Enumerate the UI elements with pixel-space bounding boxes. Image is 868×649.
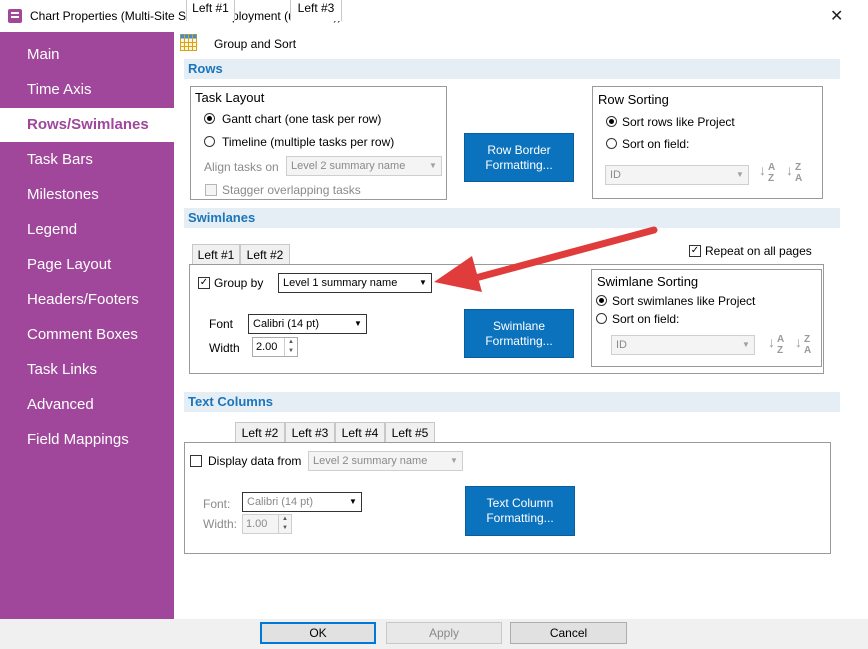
sidebar-item-task-bars[interactable]: Task Bars bbox=[0, 143, 174, 177]
app-icon bbox=[8, 9, 22, 23]
rows-heading: Rows bbox=[184, 59, 840, 79]
swimlane-font-select[interactable]: Calibri (14 pt) ▼ bbox=[248, 314, 367, 334]
swimlane-sort-field-value: ID bbox=[616, 339, 627, 351]
sidebar-item-rows-swimlanes[interactable]: Rows/Swimlanes bbox=[0, 108, 174, 142]
stepper-arrows-icon[interactable]: ▲ ▼ bbox=[278, 515, 291, 533]
text-col-width-label: Width: bbox=[203, 517, 238, 531]
ok-button[interactable]: OK bbox=[260, 622, 376, 644]
swimlane-font-value: Calibri (14 pt) bbox=[253, 318, 320, 330]
group-by-label[interactable]: Group by bbox=[214, 276, 263, 290]
swimlane-tab-left-3[interactable]: Left #3 bbox=[290, 0, 342, 21]
swimlane-sort-on-field-radio[interactable] bbox=[596, 313, 607, 324]
swimlane-tab-left-1[interactable]: Left #1 bbox=[192, 244, 240, 264]
sort-rows-like-project-label[interactable]: Sort rows like Project bbox=[622, 115, 735, 129]
swimlane-width-stepper[interactable]: 2.00 ▲ ▼ bbox=[252, 337, 298, 357]
task-layout-title: Task Layout bbox=[195, 90, 265, 105]
swimlane-width-value: 2.00 bbox=[256, 341, 278, 353]
repeat-pages-checkbox[interactable]: ✓ bbox=[689, 245, 701, 257]
sort-descending-icon[interactable]: ↓ Z A bbox=[786, 163, 804, 185]
swimlane-sort-on-field-label[interactable]: Sort on field: bbox=[612, 312, 679, 326]
sidebar-item-advanced[interactable]: Advanced bbox=[0, 388, 174, 422]
text-col-width-stepper[interactable]: 1.00 ▲ ▼ bbox=[242, 514, 292, 534]
cancel-button[interactable]: Cancel bbox=[510, 622, 627, 644]
sidebar-item-legend[interactable]: Legend bbox=[0, 213, 174, 247]
sidebar: Main Time Axis Rows/Swimlanes Task Bars … bbox=[0, 32, 174, 619]
group-by-value: Level 1 summary name bbox=[283, 277, 398, 289]
swimlane-sort-field-select[interactable]: ID ▼ bbox=[611, 335, 755, 355]
swimlane-sort-descending-icon[interactable]: ↓ Z A bbox=[795, 335, 813, 357]
chevron-down-icon: ▼ bbox=[736, 170, 744, 179]
text-col-tab-left-4[interactable]: Left #4 bbox=[335, 422, 385, 442]
text-column-formatting-button[interactable]: Text Column Formatting... bbox=[465, 486, 575, 536]
sidebar-item-comment-boxes[interactable]: Comment Boxes bbox=[0, 318, 174, 352]
text-col-font-value: Calibri (14 pt) bbox=[247, 496, 314, 508]
timeline-label[interactable]: Timeline (multiple tasks per row) bbox=[222, 135, 394, 149]
sidebar-item-field-mappings[interactable]: Field Mappings bbox=[0, 423, 174, 457]
annotation-arrow bbox=[434, 226, 658, 292]
text-col-width-value: 1.00 bbox=[246, 518, 268, 530]
chevron-down-icon: ▼ bbox=[742, 340, 750, 349]
stepper-arrows-icon[interactable]: ▲ ▼ bbox=[284, 338, 297, 356]
text-columns-heading: Text Columns bbox=[184, 392, 840, 412]
text-col-font-label: Font: bbox=[203, 497, 231, 511]
sidebar-item-milestones[interactable]: Milestones bbox=[0, 178, 174, 212]
row-sort-field-select[interactable]: ID ▼ bbox=[605, 165, 749, 185]
sidebar-item-task-links[interactable]: Task Links bbox=[0, 353, 174, 387]
chevron-down-icon: ▼ bbox=[349, 497, 357, 506]
sort-swimlanes-like-project-radio[interactable] bbox=[596, 295, 607, 306]
display-data-value: Level 2 summary name bbox=[313, 455, 428, 467]
sort-swimlanes-like-project-label[interactable]: Sort swimlanes like Project bbox=[612, 294, 755, 308]
sort-ascending-icon[interactable]: ↓ A Z bbox=[759, 163, 777, 185]
gantt-chart-radio[interactable] bbox=[204, 113, 215, 124]
text-col-font-select[interactable]: Calibri (14 pt) ▼ bbox=[242, 492, 362, 512]
swimlane-font-label: Font bbox=[209, 317, 234, 331]
timeline-radio[interactable] bbox=[204, 136, 215, 147]
text-col-tab-left-2[interactable]: Left #2 bbox=[235, 422, 285, 442]
sidebar-item-headers-footers[interactable]: Headers/Footers bbox=[0, 283, 174, 317]
align-tasks-value: Level 2 summary name bbox=[291, 160, 406, 172]
gantt-chart-label[interactable]: Gantt chart (one task per row) bbox=[222, 112, 381, 126]
swimlane-tab-left-2[interactable]: Left #2 bbox=[240, 244, 290, 264]
group-and-sort-label: Group and Sort bbox=[214, 37, 297, 51]
stagger-label: Stagger overlapping tasks bbox=[222, 183, 361, 197]
chevron-down-icon: ▼ bbox=[419, 278, 427, 287]
sidebar-item-main[interactable]: Main bbox=[0, 38, 174, 72]
text-col-tab-left-3[interactable]: Left #3 bbox=[285, 422, 335, 442]
row-sorting-title: Row Sorting bbox=[598, 92, 669, 107]
text-col-tab-left-5[interactable]: Left #5 bbox=[385, 422, 435, 442]
sort-rows-like-project-radio[interactable] bbox=[606, 116, 617, 127]
sort-on-field-radio[interactable] bbox=[606, 138, 617, 149]
display-data-select[interactable]: Level 2 summary name ▼ bbox=[308, 451, 463, 471]
sidebar-item-page-layout[interactable]: Page Layout bbox=[0, 248, 174, 282]
chevron-down-icon: ▼ bbox=[450, 456, 458, 465]
close-icon[interactable]: ✕ bbox=[830, 6, 843, 26]
text-col-tab-left-1[interactable]: Left #1 bbox=[186, 0, 235, 21]
repeat-pages-label[interactable]: Repeat on all pages bbox=[705, 244, 812, 258]
row-sort-field-value: ID bbox=[610, 169, 621, 181]
apply-button[interactable]: Apply bbox=[386, 622, 502, 644]
group-by-checkbox[interactable]: ✓ bbox=[198, 277, 210, 289]
title-bar: Chart Properties (Multi-Site Server Depl… bbox=[0, 0, 868, 32]
display-data-label[interactable]: Display data from bbox=[208, 454, 301, 468]
sidebar-item-time-axis[interactable]: Time Axis bbox=[0, 73, 174, 107]
align-tasks-label: Align tasks on bbox=[204, 160, 279, 174]
display-data-checkbox[interactable] bbox=[190, 455, 202, 467]
align-tasks-select[interactable]: Level 2 summary name ▼ bbox=[286, 156, 442, 176]
swimlane-formatting-button[interactable]: Swimlane Formatting... bbox=[464, 309, 574, 358]
chevron-down-icon: ▼ bbox=[354, 319, 362, 328]
group-by-select[interactable]: Level 1 summary name ▼ bbox=[278, 273, 432, 293]
swimlane-sort-ascending-icon[interactable]: ↓ A Z bbox=[768, 335, 786, 357]
stagger-checkbox[interactable] bbox=[205, 184, 217, 196]
swimlane-width-label: Width bbox=[209, 341, 240, 355]
row-border-formatting-button[interactable]: Row Border Formatting... bbox=[464, 133, 574, 182]
chevron-down-icon: ▼ bbox=[429, 161, 437, 170]
sort-on-field-label[interactable]: Sort on field: bbox=[622, 137, 689, 151]
grid-icon bbox=[180, 34, 197, 51]
